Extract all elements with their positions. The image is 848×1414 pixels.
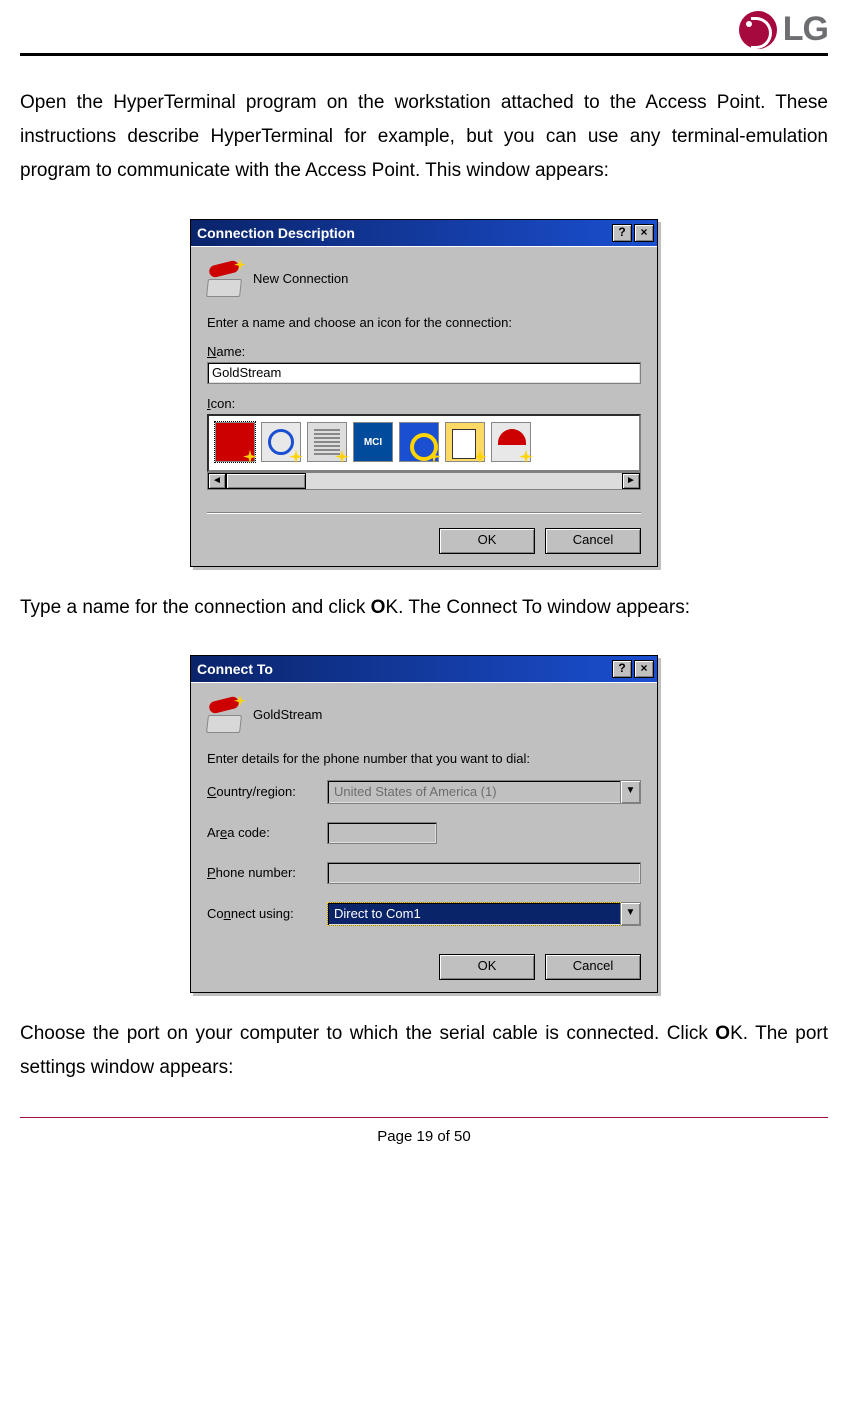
connect-using-dropdown[interactable]: Direct to Com1 ▼ <box>327 902 641 926</box>
lg-logo: LG <box>739 10 828 49</box>
icon-option-mci[interactable]: MCI <box>353 422 393 462</box>
name-input[interactable] <box>207 362 641 384</box>
dialog-wrap-2: Connect To ? × GoldStream Enter details … <box>20 655 828 993</box>
titlebar: Connect To ? × <box>191 656 657 682</box>
close-button[interactable]: × <box>634 660 654 678</box>
help-button[interactable]: ? <box>612 224 632 242</box>
prompt-text: Enter a name and choose an icon for the … <box>207 315 641 330</box>
paragraph-2: Type a name for the connection and click… <box>20 591 828 625</box>
titlebar-text: Connection Description <box>197 225 355 241</box>
dialog-wrap-1: Connection Description ? × New Connectio… <box>20 219 828 567</box>
new-connection-icon <box>207 261 243 297</box>
phone-number-input <box>327 862 641 884</box>
icon-option-umbrella[interactable] <box>491 422 531 462</box>
connect-using-label: Connect using: <box>207 906 327 921</box>
icon-option-gear[interactable] <box>399 422 439 462</box>
ok-button[interactable]: OK <box>439 954 535 980</box>
country-dropdown: United States of America (1) ▼ <box>327 780 641 804</box>
titlebar-buttons: ? × <box>612 660 654 678</box>
footer-rule <box>20 1117 828 1118</box>
phone-number-label: Phone number: <box>207 865 327 880</box>
document-page: LG Open the HyperTerminal program on the… <box>0 0 848 1165</box>
button-row: OK Cancel <box>207 524 641 554</box>
lg-logo-icon <box>739 11 777 49</box>
page-header: LG <box>20 10 828 49</box>
country-label: Country/region: <box>207 784 327 799</box>
scroll-track[interactable] <box>226 473 622 489</box>
icon-option-phone-red[interactable] <box>215 422 255 462</box>
connect-using-value: Direct to Com1 <box>328 903 620 925</box>
icon-label: Icon: <box>207 396 641 411</box>
connection-icon <box>207 697 243 733</box>
prompt-text: Enter details for the phone number that … <box>207 751 641 766</box>
titlebar: Connection Description ? × <box>191 220 657 246</box>
cancel-button[interactable]: Cancel <box>545 528 641 554</box>
chevron-down-icon[interactable]: ▼ <box>620 903 640 925</box>
scroll-right-arrow[interactable]: ► <box>622 473 640 489</box>
button-row: OK Cancel <box>207 950 641 980</box>
ok-button[interactable]: OK <box>439 528 535 554</box>
scroll-left-arrow[interactable]: ◄ <box>208 473 226 489</box>
header-rule <box>20 53 828 56</box>
icon-option-globe[interactable] <box>261 422 301 462</box>
scroll-thumb[interactable] <box>226 473 306 489</box>
area-code-label: Area code: <box>207 825 327 840</box>
area-code-input <box>327 822 437 844</box>
paragraph-3: Choose the port on your computer to whic… <box>20 1017 828 1085</box>
icon-row: New Connection <box>207 261 641 297</box>
chevron-down-icon: ▼ <box>620 781 640 803</box>
icon-picker[interactable]: MCI <box>207 414 641 472</box>
close-button[interactable]: × <box>634 224 654 242</box>
dialog-body: GoldStream Enter details for the phone n… <box>191 682 657 992</box>
connect-to-dialog: Connect To ? × GoldStream Enter details … <box>190 655 658 993</box>
lg-logo-text: LG <box>783 10 828 49</box>
new-connection-label: New Connection <box>253 271 348 286</box>
help-button[interactable]: ? <box>612 660 632 678</box>
country-value: United States of America (1) <box>328 781 620 803</box>
cancel-button[interactable]: Cancel <box>545 954 641 980</box>
dialog-body: New Connection Enter a name and choose a… <box>191 246 657 566</box>
icon-row: GoldStream <box>207 697 641 733</box>
paragraph-1: Open the HyperTerminal program on the wo… <box>20 86 828 189</box>
form-grid: Country/region: United States of America… <box>207 780 641 926</box>
icon-option-news[interactable] <box>307 422 347 462</box>
connection-description-dialog: Connection Description ? × New Connectio… <box>190 219 658 567</box>
separator <box>207 512 641 514</box>
page-footer: Page 19 of 50 <box>20 1128 828 1145</box>
titlebar-buttons: ? × <box>612 224 654 242</box>
icon-option-card[interactable] <box>445 422 485 462</box>
connection-name-label: GoldStream <box>253 707 322 722</box>
titlebar-text: Connect To <box>197 661 273 677</box>
icon-section: Icon: MCI ◄ ► <box>207 396 641 490</box>
icon-scrollbar[interactable]: ◄ ► <box>207 472 641 490</box>
name-label: Name: <box>207 344 641 359</box>
